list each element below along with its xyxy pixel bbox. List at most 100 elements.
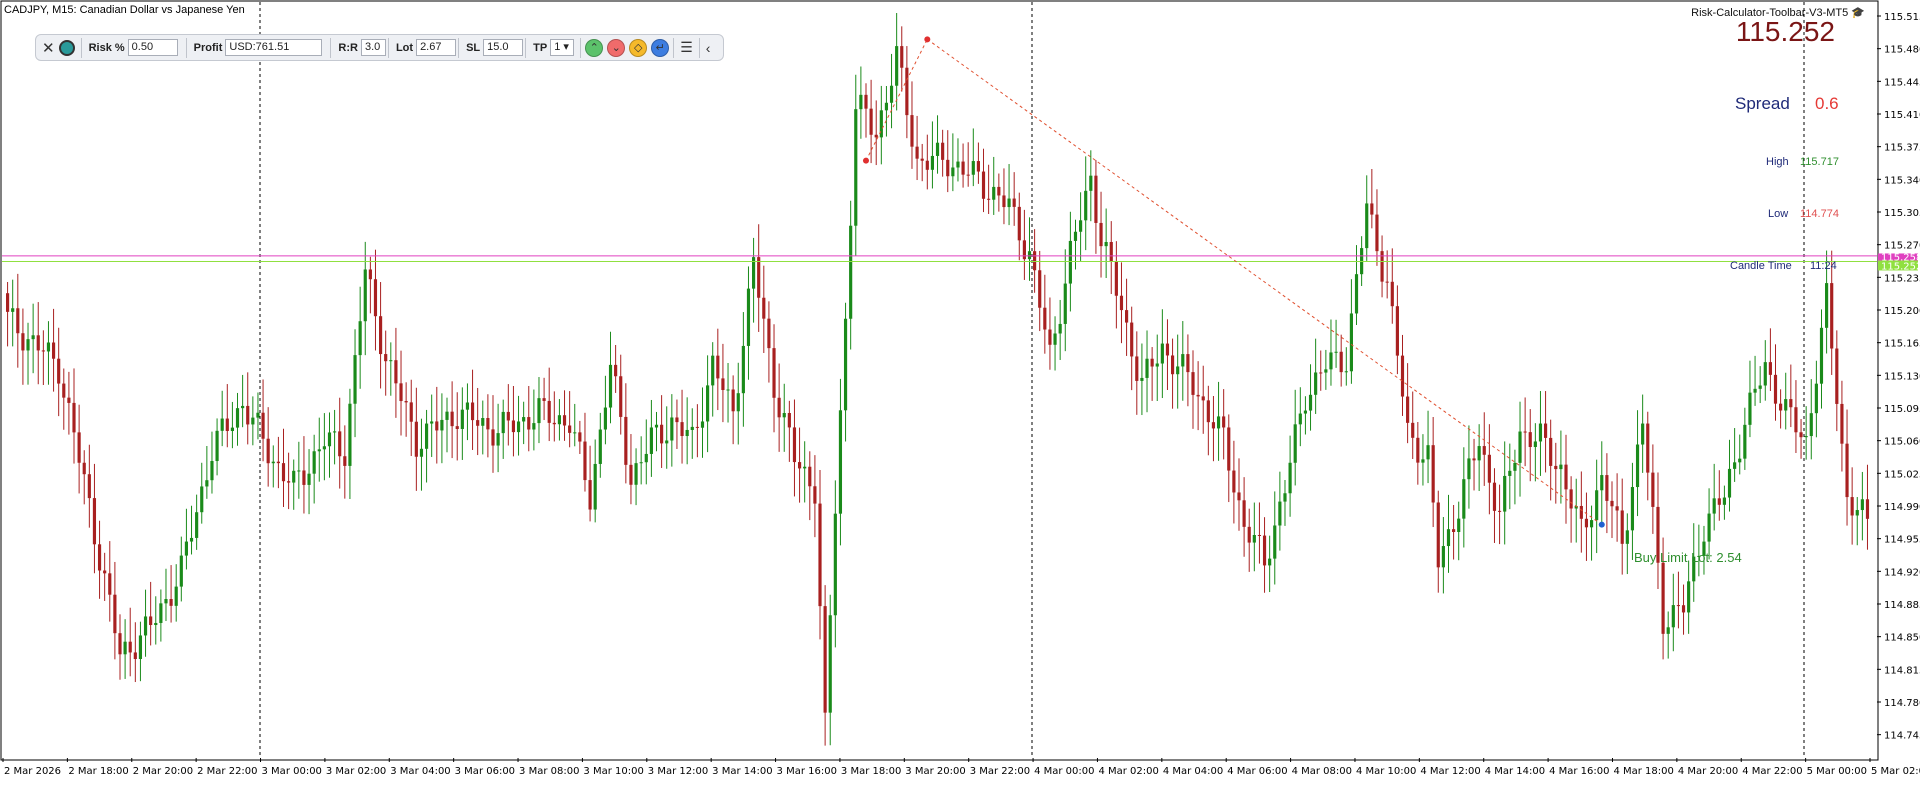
candle-body — [1595, 490, 1599, 521]
candle-body — [414, 421, 418, 457]
candle-body — [639, 462, 643, 464]
high-label: High — [1766, 156, 1789, 168]
both-button[interactable]: ◇ — [629, 38, 648, 57]
candle-body — [1201, 396, 1205, 401]
candle-body — [1661, 562, 1665, 634]
collapse-icon[interactable]: ‹ — [706, 40, 711, 56]
candle-body — [1155, 363, 1159, 367]
candle-body — [1508, 470, 1512, 476]
menu-icon[interactable]: ☰ — [680, 39, 693, 56]
candle-body — [1385, 281, 1389, 283]
divider — [80, 37, 82, 58]
candle-body — [276, 461, 280, 464]
candle-body — [624, 416, 628, 465]
candle-body — [1130, 322, 1134, 357]
candle-body — [1666, 627, 1670, 634]
time-tick-label: 4 Mar 18:00 — [1613, 766, 1673, 777]
candle-body — [1324, 369, 1328, 373]
candle-body — [1334, 351, 1338, 353]
price-tick-label: 115.095 — [1884, 404, 1920, 415]
candle-body — [1620, 510, 1624, 544]
buy-button[interactable]: ⌃ — [585, 38, 604, 57]
candle-body — [373, 279, 378, 317]
candle-body — [1114, 261, 1118, 296]
candle-body — [41, 350, 45, 352]
candle-body — [1033, 251, 1037, 271]
candle-body — [838, 410, 843, 514]
candle-body — [220, 418, 224, 431]
candle-body — [1329, 352, 1333, 370]
candle-body — [542, 398, 546, 401]
sl-label: SL — [466, 41, 481, 54]
price-tick-label: 114.745 — [1884, 731, 1920, 742]
buy-limit-label[interactable]: Buy Limit Lot: 2.54 — [1634, 550, 1742, 565]
profit-field[interactable]: USD:761.51 — [225, 39, 323, 56]
candle-body — [1109, 241, 1113, 262]
candle-body — [1073, 231, 1078, 241]
candle-body — [1646, 423, 1650, 473]
candle-body — [818, 503, 822, 607]
chart-area[interactable]: 115.515 115.480 115.445 115.410 115.375 115.3… — [0, 0, 1920, 783]
time-tick-label: 4 Mar 02:00 — [1098, 766, 1158, 777]
price-tick-label: 114.955 — [1884, 535, 1920, 546]
candle-body — [629, 464, 633, 485]
risk-input[interactable]: 0.50 — [127, 39, 178, 56]
candle-body — [1242, 500, 1246, 527]
candle-body — [1303, 410, 1308, 414]
candle-body — [1196, 394, 1200, 397]
candle-body — [578, 432, 582, 442]
candle-body — [470, 402, 475, 421]
candle-body — [1748, 392, 1752, 425]
candle-body — [1170, 355, 1175, 375]
rr-input[interactable]: 3.0 — [360, 39, 386, 56]
candle-body — [1293, 424, 1297, 463]
candle-body — [1707, 513, 1711, 542]
candle-body — [455, 426, 459, 429]
candlestick-chart[interactable]: 115.515 115.480 115.445 115.410 115.375 115.3… — [0, 0, 1920, 783]
candle-body — [700, 421, 705, 428]
candle-body — [1513, 462, 1517, 471]
candle-body — [1135, 356, 1139, 381]
sell-button[interactable]: ⌄ — [607, 38, 626, 57]
close-icon[interactable]: ✕ — [42, 39, 55, 57]
candle-body — [113, 594, 117, 634]
price-axis: 115.515 115.480 115.445 115.410 115.375 115.3… — [1877, 12, 1920, 742]
candle-body — [97, 544, 102, 571]
lot-input[interactable]: 2.67 — [416, 39, 457, 56]
candle-body — [859, 94, 863, 110]
candle-body — [154, 622, 158, 626]
candle-body — [133, 652, 137, 660]
candle-body — [557, 415, 562, 425]
candle-body — [1462, 479, 1466, 519]
candle-body — [358, 321, 362, 356]
candle-body — [1431, 445, 1435, 503]
plot-frame — [0, 0, 1879, 761]
candle-body — [1589, 520, 1594, 528]
candle-body — [215, 430, 219, 462]
trend-point-marker — [924, 36, 931, 43]
divider — [525, 37, 527, 58]
price-tick-label: 115.060 — [1884, 437, 1920, 448]
candle-body — [1687, 581, 1691, 613]
price-tick-label: 114.990 — [1884, 502, 1920, 513]
candle-body — [281, 463, 286, 482]
time-tick-label: 4 Mar 22:00 — [1742, 766, 1802, 777]
candle-body — [619, 376, 623, 417]
candle-body — [1370, 203, 1374, 215]
enter-button[interactable]: ↵ — [651, 38, 670, 57]
trend-point-marker — [1598, 521, 1605, 528]
action-buttons: ⌃ ⌄ ◇ ↵ — [583, 38, 671, 57]
candle-body — [1492, 482, 1497, 511]
candle-body — [1482, 446, 1486, 455]
candle-body — [1630, 487, 1635, 531]
candle-body — [1084, 190, 1088, 221]
tp-select[interactable]: 1 ▾ — [550, 39, 575, 56]
time-tick-label: 3 Mar 16:00 — [777, 766, 837, 777]
candle-body — [1257, 534, 1262, 536]
candle-body — [1523, 431, 1527, 433]
divider — [458, 37, 460, 58]
candle-body — [660, 424, 664, 444]
candle-body — [87, 474, 91, 499]
candle-time-value: 11:24 — [1810, 260, 1837, 272]
sl-input[interactable]: 15.0 — [483, 39, 524, 56]
